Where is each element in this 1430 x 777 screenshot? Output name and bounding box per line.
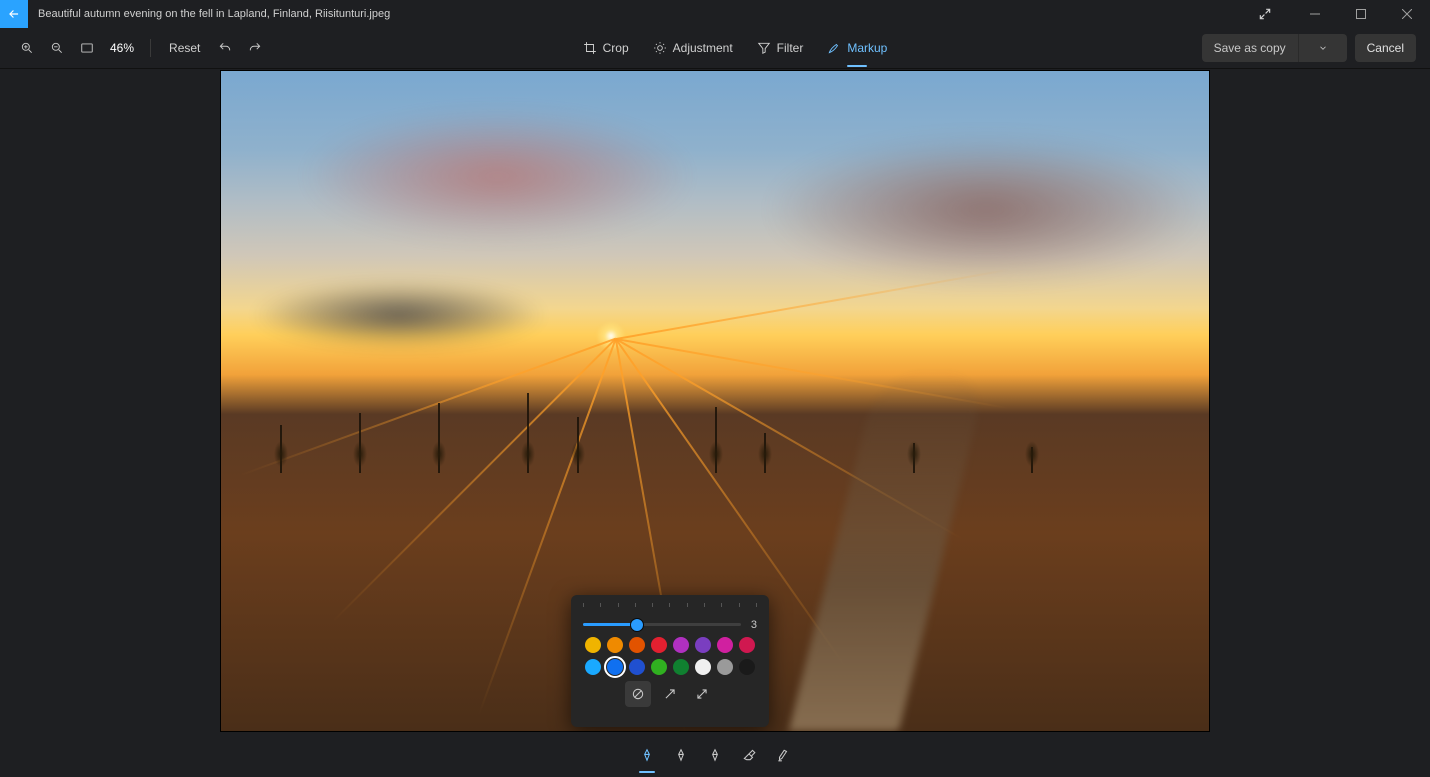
pen-tool-3[interactable] — [701, 741, 729, 769]
tab-filter[interactable]: Filter — [753, 33, 808, 63]
color-swatch[interactable] — [673, 659, 689, 675]
color-swatch[interactable] — [629, 637, 645, 653]
redo-button[interactable] — [242, 35, 268, 61]
color-swatch[interactable] — [651, 637, 667, 653]
color-swatch[interactable] — [695, 637, 711, 653]
color-swatch[interactable] — [585, 659, 601, 675]
tool-none[interactable] — [625, 681, 651, 707]
zoom-in-button[interactable] — [14, 35, 40, 61]
slider-value: 3 — [747, 619, 757, 631]
color-swatch[interactable] — [585, 637, 601, 653]
markup-icon — [827, 41, 841, 55]
color-swatch[interactable] — [607, 637, 623, 653]
markup-tool-bar — [0, 733, 1430, 777]
color-swatch[interactable] — [695, 659, 711, 675]
crop-icon — [583, 41, 597, 55]
color-swatch[interactable] — [739, 659, 755, 675]
color-swatch[interactable] — [717, 637, 733, 653]
color-palette — [577, 637, 763, 675]
slider-fill — [583, 623, 637, 626]
tab-markup[interactable]: Markup — [823, 33, 891, 63]
save-dropdown-button[interactable] — [1298, 34, 1347, 62]
save-as-copy-button[interactable]: Save as copy — [1202, 34, 1298, 62]
canvas-area: 3 — [0, 68, 1430, 733]
color-swatch[interactable] — [607, 659, 623, 675]
maximize-button[interactable] — [1338, 0, 1384, 28]
slider-ticks — [583, 603, 757, 609]
tab-label: Markup — [847, 41, 887, 55]
photo-canvas[interactable]: 3 — [221, 71, 1209, 731]
cancel-button[interactable]: Cancel — [1355, 34, 1416, 62]
fit-button[interactable] — [74, 35, 100, 61]
zoom-percentage[interactable]: 46% — [104, 41, 140, 55]
slider-thumb[interactable] — [630, 618, 644, 632]
fullscreen-button[interactable] — [1258, 7, 1272, 21]
file-title: Beautiful autumn evening on the fell in … — [38, 8, 1258, 20]
color-swatch[interactable] — [629, 659, 645, 675]
adjustment-icon — [653, 41, 667, 55]
titlebar: Beautiful autumn evening on the fell in … — [0, 0, 1430, 28]
tab-label: Filter — [777, 41, 804, 55]
color-swatch[interactable] — [651, 659, 667, 675]
color-swatch[interactable] — [739, 637, 755, 653]
color-swatch[interactable] — [673, 637, 689, 653]
reset-button[interactable]: Reset — [161, 35, 208, 61]
zoom-out-button[interactable] — [44, 35, 70, 61]
tool-arrow[interactable] — [657, 681, 683, 707]
pen-tool-1[interactable] — [633, 741, 661, 769]
separator — [150, 39, 151, 57]
minimize-button[interactable] — [1292, 0, 1338, 28]
undo-button[interactable] — [212, 35, 238, 61]
pen-tool-2[interactable] — [667, 741, 695, 769]
filter-icon — [757, 41, 771, 55]
close-button[interactable] — [1384, 0, 1430, 28]
color-swatch[interactable] — [717, 659, 733, 675]
tab-adjustment[interactable]: Adjustment — [649, 33, 737, 63]
chevron-down-icon — [1318, 43, 1328, 53]
tab-crop[interactable]: Crop — [579, 33, 633, 63]
eraser-tool[interactable] — [735, 741, 763, 769]
tab-label: Crop — [603, 41, 629, 55]
toolbar: 46% Reset Crop Adjustment Filter Markup — [0, 28, 1430, 69]
highlighter-tool[interactable] — [769, 741, 797, 769]
markup-options-popup: 3 — [571, 595, 769, 727]
back-button[interactable] — [0, 0, 28, 28]
tab-label: Adjustment — [673, 41, 733, 55]
tool-double-arrow[interactable] — [689, 681, 715, 707]
size-slider[interactable] — [583, 623, 741, 626]
